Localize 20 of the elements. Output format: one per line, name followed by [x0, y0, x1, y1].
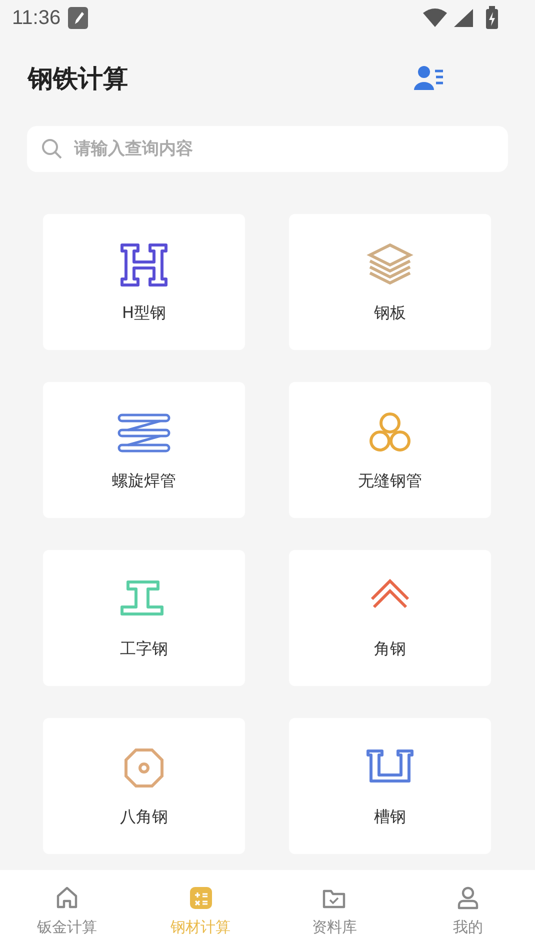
steel-card[interactable]: 无缝钢管	[289, 382, 491, 518]
wifi-icon	[423, 8, 447, 28]
tab-item[interactable]: 我的	[401, 870, 535, 951]
steel-card[interactable]: 八角钢	[43, 718, 245, 854]
steel-card[interactable]: 螺旋焊管	[43, 382, 245, 518]
steel-card[interactable]: H型钢	[43, 214, 245, 350]
page-title: 钢铁计算	[28, 62, 128, 94]
note-icon	[66, 6, 89, 30]
steel-card[interactable]: 工字钢	[43, 550, 245, 686]
steel-card[interactable]: 槽钢	[289, 718, 491, 854]
signal-icon	[453, 8, 473, 28]
search-field[interactable]: 请输入查询内容	[27, 126, 508, 172]
status-time: 11:36	[12, 6, 61, 30]
steel-card[interactable]: 角钢	[289, 550, 491, 686]
contacts-icon[interactable]	[413, 64, 445, 92]
battery-icon	[485, 6, 499, 30]
tab-item[interactable]: 钣金计算	[0, 870, 134, 951]
steel-card[interactable]: 钢板	[289, 214, 491, 350]
search-icon	[41, 138, 63, 160]
tab-item[interactable]: 资料库	[268, 870, 402, 951]
